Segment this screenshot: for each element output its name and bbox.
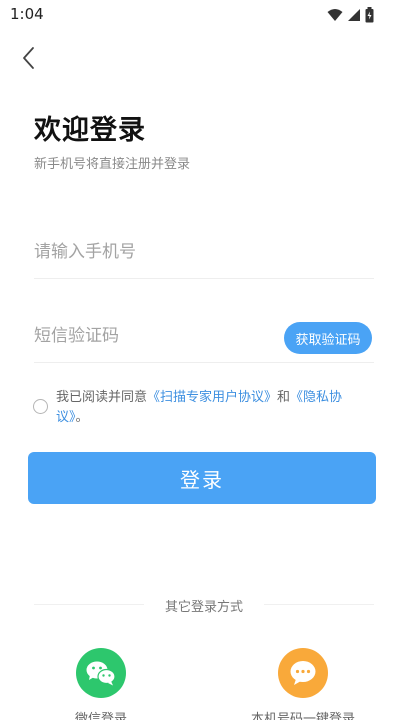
wifi-icon	[327, 9, 343, 21]
one-key-login-label: 本机号码一键登录	[250, 712, 355, 720]
get-code-button[interactable]: 获取验证码	[284, 322, 372, 354]
status-bar: 1:04	[0, 0, 404, 30]
chevron-left-icon	[23, 47, 34, 69]
agreement-suffix: 。	[75, 410, 89, 425]
back-button[interactable]	[20, 46, 40, 70]
wechat-login-button[interactable]: 微信登录	[41, 648, 161, 720]
phone-input[interactable]	[34, 230, 274, 274]
battery-icon	[365, 7, 374, 23]
wechat-login-label: 微信登录	[74, 712, 127, 720]
other-login-divider: 其它登录方式	[34, 596, 374, 615]
status-time: 1:04	[10, 5, 44, 23]
page-title: 欢迎登录	[34, 115, 146, 146]
code-field-container: 获取验证码	[34, 314, 374, 363]
status-icons	[327, 6, 374, 24]
page-subtitle: 新手机号将直接注册并登录	[34, 157, 191, 172]
wechat-icon-circle	[76, 648, 126, 698]
login-button[interactable]: 登录	[28, 452, 376, 504]
onekey-icon-circle	[278, 648, 328, 698]
terms-link[interactable]: 《扫描专家用户协议》	[147, 390, 277, 405]
one-key-login-button[interactable]: 本机号码一键登录	[243, 648, 363, 720]
login-screen: 1:04 欢迎登录 新手机号将直接注册并登录 获取验证码	[0, 0, 404, 720]
agreement-checkbox[interactable]	[33, 399, 48, 414]
agreement-text: 我已阅读并同意《扫描专家用户协议》和《隐私协议》。	[56, 388, 370, 428]
sms-code-input[interactable]	[34, 314, 274, 358]
divider-line-right	[264, 604, 374, 605]
chat-bubble-icon	[290, 661, 316, 685]
agreement-and: 和	[277, 390, 291, 405]
phone-field-container	[34, 230, 374, 279]
other-login-title: 其它登录方式	[164, 600, 243, 615]
agreement-prefix: 我已阅读并同意	[56, 390, 148, 405]
signal-icon	[348, 9, 360, 21]
wechat-icon	[86, 661, 116, 686]
